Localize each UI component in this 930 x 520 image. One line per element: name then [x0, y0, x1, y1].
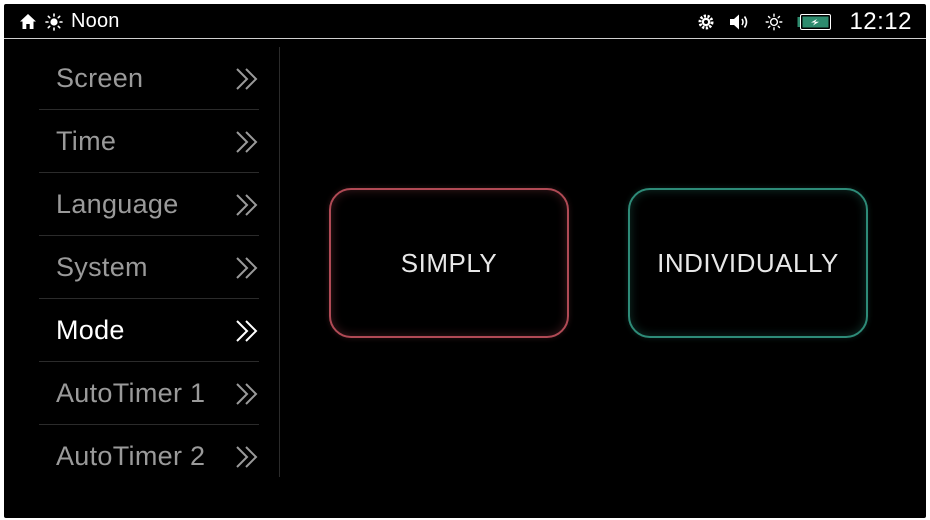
status-bar: Noon 12:12: [4, 4, 926, 39]
sidebar-item-autotimer-2[interactable]: AutoTimer 2: [39, 425, 259, 488]
double-chevron-right-icon: [234, 381, 260, 412]
sidebar-item-mode[interactable]: Mode: [39, 299, 259, 362]
device-screen: Noon 12:12 Screen Time Language System M…: [4, 4, 926, 518]
simply-mode-button[interactable]: SIMPLY: [329, 188, 569, 338]
sidebar-item-label: Mode: [56, 314, 125, 345]
status-bar-right: 12:12: [697, 4, 912, 39]
sidebar-item-label: Language: [56, 188, 179, 219]
gear-icon[interactable]: [697, 13, 715, 31]
double-chevron-right-icon: [234, 444, 260, 475]
sidebar-item-screen[interactable]: Screen: [39, 47, 259, 110]
individually-mode-button[interactable]: INDIVIDUALLY: [628, 188, 868, 338]
time-of-day-label: Noon: [71, 10, 120, 32]
sidebar-item-label: Time: [56, 125, 117, 156]
double-chevron-right-icon: [234, 66, 260, 97]
sidebar-item-label: System: [56, 251, 148, 282]
sidebar-divider: [279, 47, 280, 477]
double-chevron-right-icon: [234, 318, 260, 349]
volume-icon[interactable]: [729, 13, 751, 31]
sidebar-item-language[interactable]: Language: [39, 173, 259, 236]
battery-icon: [797, 13, 832, 30]
double-chevron-right-icon: [234, 129, 260, 160]
sidebar-item-autotimer-1[interactable]: AutoTimer 1: [39, 362, 259, 425]
sidebar-item-label: AutoTimer 1: [56, 377, 206, 408]
home-icon[interactable]: [19, 13, 37, 30]
sidebar-item-label: AutoTimer 2: [56, 441, 206, 471]
sun-icon: [45, 12, 63, 31]
double-chevron-right-icon: [234, 192, 260, 223]
double-chevron-right-icon: [234, 255, 260, 286]
sidebar-item-time[interactable]: Time: [39, 110, 259, 173]
brightness-icon[interactable]: [765, 13, 783, 31]
status-bar-left: Noon: [19, 4, 120, 39]
settings-sidebar: Screen Time Language System Mode AutoTim…: [39, 47, 259, 488]
clock: 12:12: [849, 7, 912, 35]
sidebar-item-system[interactable]: System: [39, 236, 259, 299]
sidebar-item-label: Screen: [56, 62, 144, 93]
